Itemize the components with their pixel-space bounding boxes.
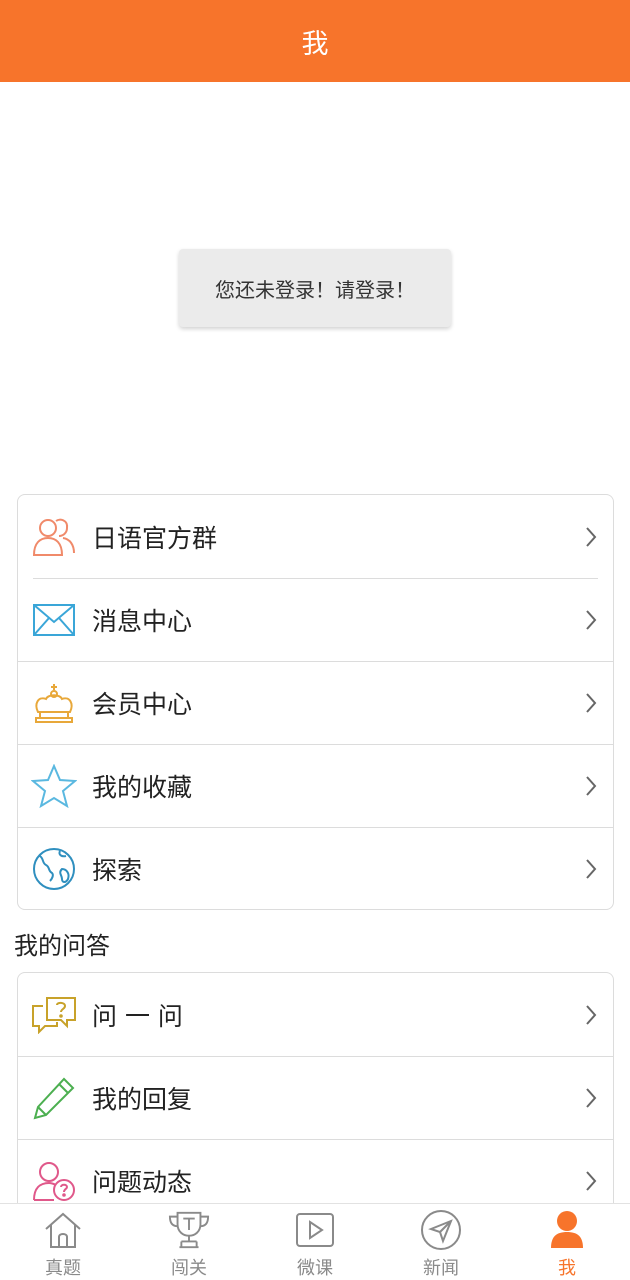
chevron-right-icon — [586, 1088, 597, 1108]
home-icon — [42, 1209, 84, 1251]
chevron-right-icon — [586, 1004, 597, 1025]
tab-label: 微课 — [297, 1258, 333, 1279]
bottom-tab-bar: 真题 闯关 微课 新闻 我 — [0, 1203, 630, 1280]
menu-item-member-center[interactable]: 会员中心 — [18, 661, 613, 744]
menu-item-explore[interactable]: 探索 — [18, 827, 613, 910]
question-chat-icon — [31, 992, 77, 1038]
star-icon — [31, 763, 77, 809]
trophy-icon — [168, 1209, 210, 1251]
user-question-icon — [31, 1158, 77, 1204]
globe-icon — [31, 846, 77, 892]
profile-icon — [546, 1209, 588, 1251]
crown-icon — [31, 680, 77, 726]
menu-item-favorites[interactable]: 我的收藏 — [18, 744, 613, 827]
menu-item-label: 探索 — [92, 856, 143, 885]
tab-exam-questions[interactable]: 真题 — [0, 1204, 126, 1280]
app-header: 我 — [0, 0, 630, 82]
menu-item-label: 日语官方群 — [92, 523, 218, 553]
send-icon — [420, 1209, 462, 1251]
menu-item-label: 问 一 问 — [92, 1001, 183, 1031]
main-menu-card: 日语官方群 消息中心 会员中心 我的收藏 探索 — [17, 494, 614, 910]
menu-item-label: 会员中心 — [92, 690, 193, 719]
chevron-right-icon — [586, 1171, 597, 1191]
play-icon — [294, 1209, 336, 1251]
tab-news[interactable]: 新闻 — [378, 1204, 504, 1280]
tab-label: 真题 — [45, 1258, 81, 1279]
mail-icon — [31, 597, 77, 643]
qa-menu-card: 问 一 问 我的回复 问题动态 — [17, 972, 614, 1212]
page-title: 我 — [301, 28, 329, 60]
chevron-right-icon — [586, 526, 597, 547]
tab-label: 新闻 — [423, 1258, 459, 1279]
menu-item-my-replies[interactable]: 我的回复 — [18, 1056, 613, 1139]
chevron-right-icon — [586, 859, 597, 879]
tab-label: 闯关 — [171, 1258, 207, 1279]
users-icon — [31, 514, 77, 560]
menu-item-ask-question[interactable]: 问 一 问 — [18, 973, 613, 1056]
menu-item-label: 消息中心 — [92, 606, 193, 636]
menu-item-label: 问题动态 — [92, 1168, 193, 1197]
menu-item-official-group[interactable]: 日语官方群 — [18, 495, 613, 578]
chevron-right-icon — [586, 776, 597, 796]
menu-item-label: 我的回复 — [92, 1085, 193, 1114]
chevron-right-icon — [586, 609, 597, 630]
tab-micro-course[interactable]: 微课 — [252, 1204, 378, 1280]
menu-item-label: 我的收藏 — [92, 773, 193, 802]
login-prompt[interactable]: 您还未登录！请登录！ — [179, 249, 451, 327]
tab-me[interactable]: 我 — [504, 1204, 630, 1280]
qa-section-title: 我的问答 — [14, 932, 110, 960]
pencil-icon — [31, 1075, 77, 1121]
chevron-right-icon — [586, 693, 597, 713]
tab-challenge[interactable]: 闯关 — [126, 1204, 252, 1280]
tab-label: 我 — [558, 1258, 576, 1279]
menu-item-message-center[interactable]: 消息中心 — [18, 578, 613, 661]
